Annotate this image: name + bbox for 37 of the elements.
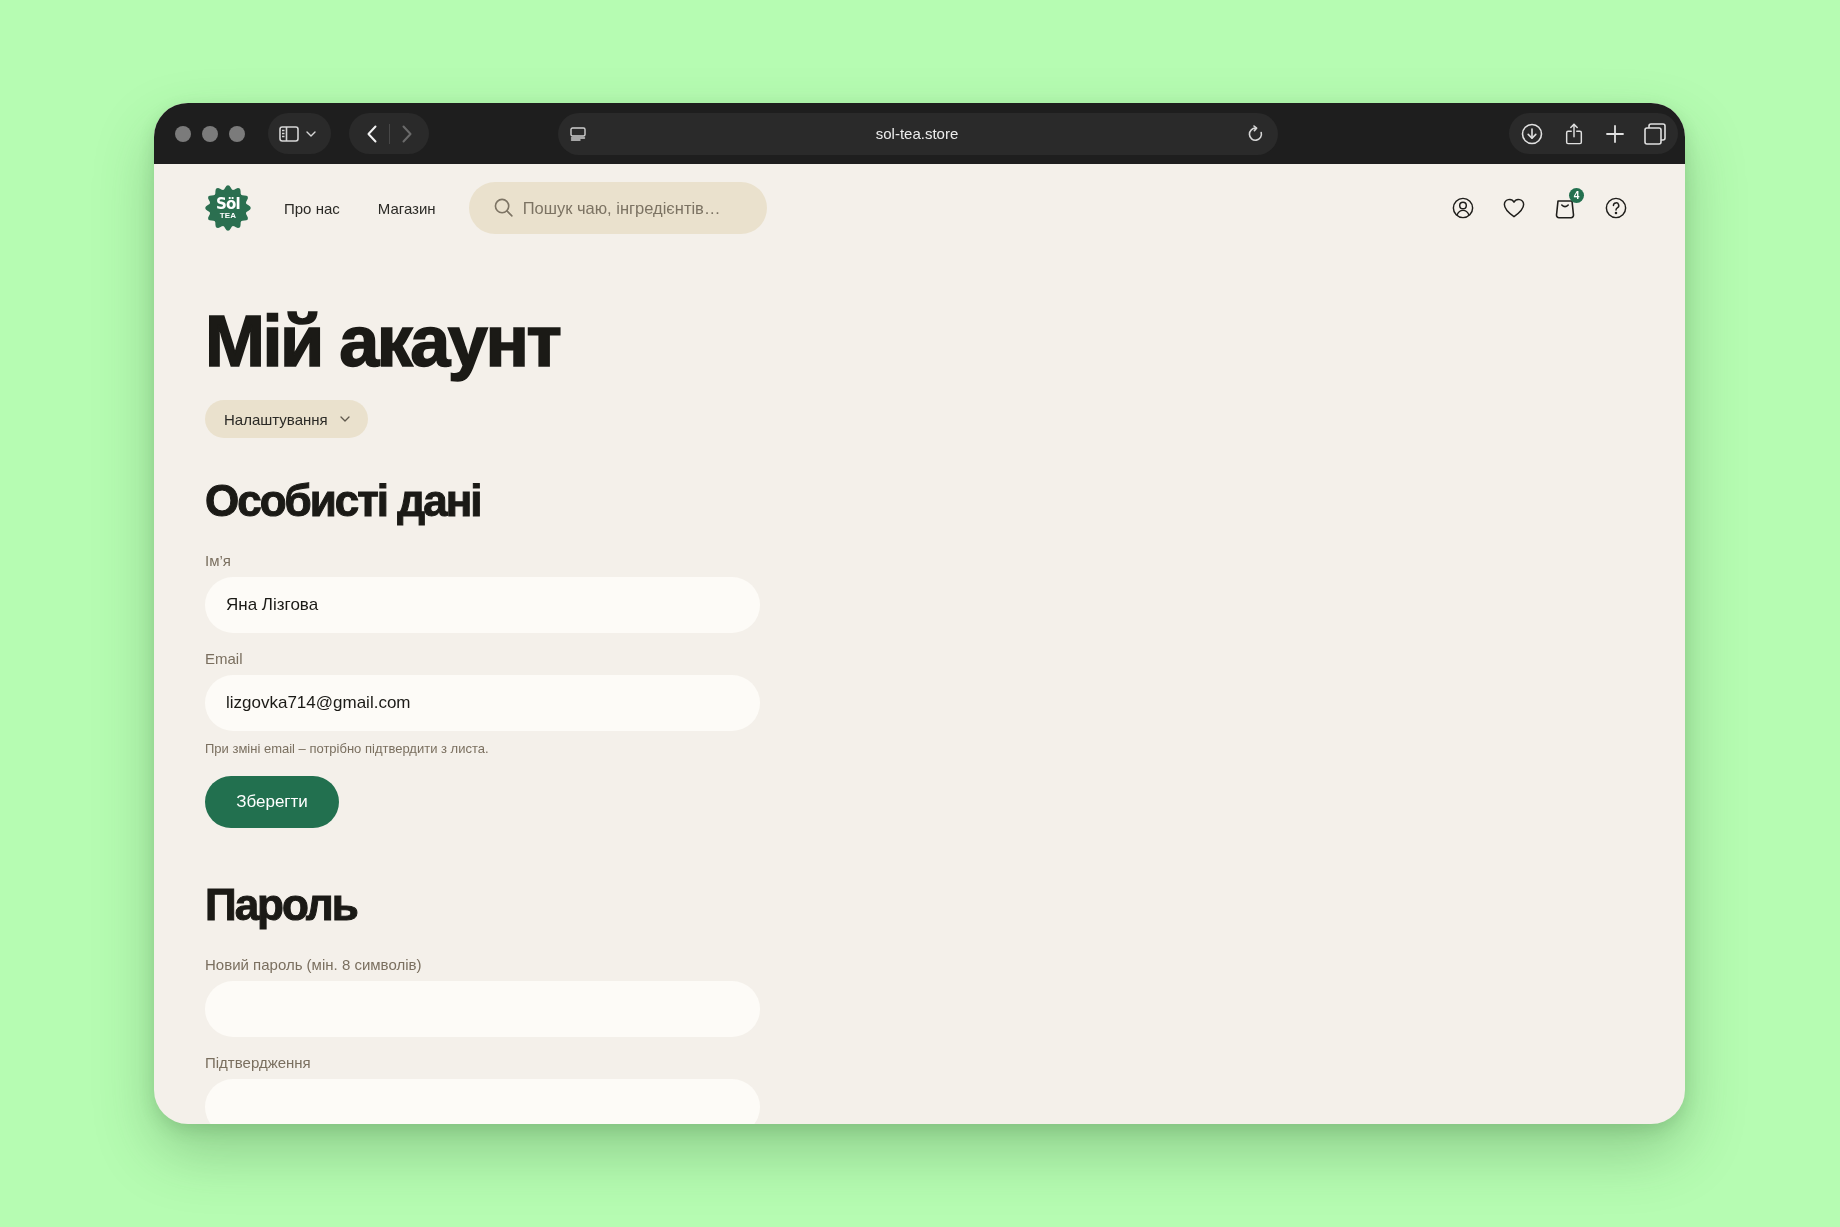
input-field[interactable]: Яна Лізгова — [205, 577, 760, 633]
window-control-icon[interactable] — [202, 125, 218, 142]
input-field[interactable]: lizgovka714@gmail.com — [205, 675, 760, 731]
cart-count-badge: 4 — [1569, 188, 1584, 203]
search-field[interactable]: Пошук чаю, інгредієнтів… — [468, 182, 767, 234]
search-icon — [493, 198, 513, 217]
section-heading: Пароль — [205, 883, 357, 927]
field-label: Email — [205, 650, 243, 668]
reload-icon[interactable] — [1248, 125, 1264, 142]
page-icon — [570, 126, 586, 141]
heart-icon[interactable] — [1503, 197, 1525, 219]
address-bar[interactable]: sol-tea.store — [558, 112, 1278, 155]
logo[interactable]: Söl TEA — [205, 185, 251, 231]
field-hint: При зміні email – потрібно підтвердити з листа. — [205, 741, 489, 757]
new-tab-icon[interactable] — [1605, 124, 1624, 143]
url-text: sol-tea.store — [874, 125, 960, 142]
account-icon[interactable] — [1452, 197, 1474, 219]
sidebar-button[interactable] — [268, 113, 331, 154]
field-label: Підтвердження — [205, 1054, 311, 1072]
save-button[interactable]: Зберегти — [205, 776, 339, 828]
field-label: Ім’я — [205, 552, 231, 570]
window-control-icon[interactable] — [175, 125, 191, 142]
nav-link[interactable]: Магазин — [377, 199, 436, 217]
shopping-bag-icon[interactable] — [1554, 197, 1576, 219]
settings-dropdown[interactable]: Налаштування — [205, 400, 368, 438]
tabs-icon[interactable] — [1644, 122, 1666, 145]
field-label: Новий пароль (мін. 8 символів) — [205, 956, 422, 974]
window-control-icon[interactable] — [229, 125, 245, 142]
section-heading: Особисті дані — [205, 479, 481, 523]
sidebar-icon — [279, 125, 299, 142]
help-icon[interactable] — [1605, 197, 1627, 219]
back-icon[interactable] — [366, 124, 377, 143]
caret-icon — [306, 130, 316, 137]
input-field[interactable] — [205, 1079, 760, 1124]
download-icon[interactable] — [1521, 122, 1543, 145]
nav-link[interactable]: Про нас — [284, 199, 340, 217]
caret-icon — [339, 416, 350, 422]
